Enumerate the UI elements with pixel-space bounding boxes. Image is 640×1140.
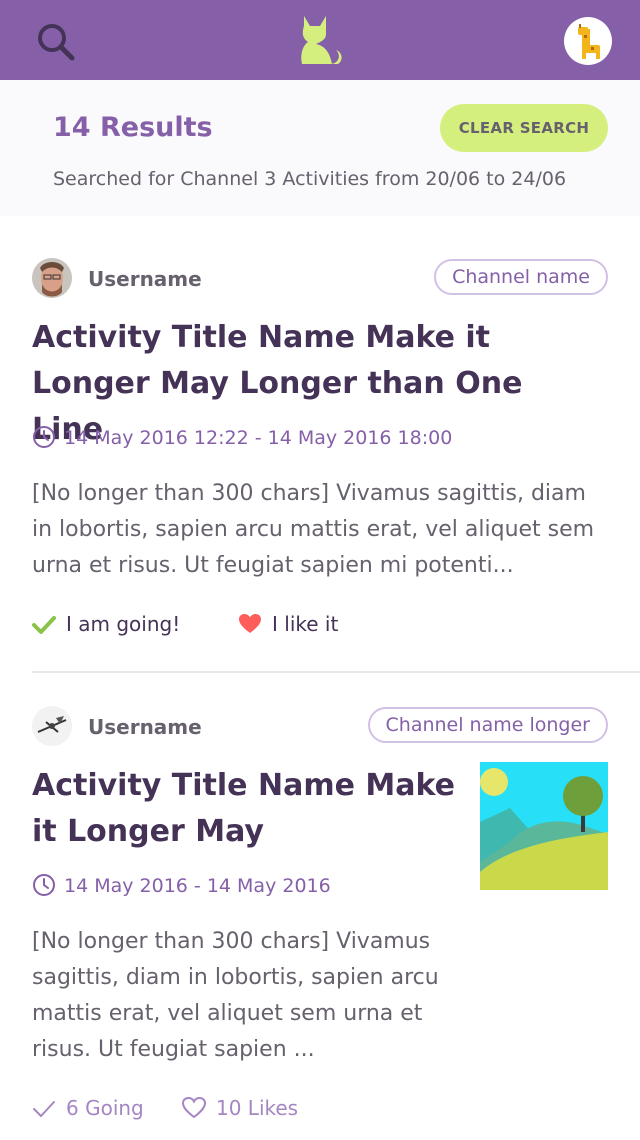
user-avatar[interactable] [32,258,72,298]
username: Username [88,715,202,739]
activity-description: [No longer than 300 chars] Vivamus sagit… [32,929,439,1062]
channel-tag[interactable]: Channel name [434,259,608,295]
results-count: 14 Results [53,112,213,143]
going-toggle[interactable]: I am going! [32,610,180,638]
check-icon [33,1101,55,1117]
channel-tag[interactable]: Channel name longer [367,707,608,743]
going-label: I am going! [66,612,181,636]
check-icon [32,616,56,634]
activity-description: [No longer than 300 chars] Vivamus sagit… [32,481,595,578]
activity-time: 14 May 2016 - 14 May 2016 [32,873,331,899]
activity-time-text: 14 May 2016 12:22 - 14 May 2016 18:00 [64,427,453,449]
clock-icon [33,426,55,448]
heart-icon [239,614,261,633]
app-header [0,0,640,80]
search-results-summary: 14 Results CLEAR SEARCH Searched for Cha… [0,80,640,216]
search-icon[interactable] [34,20,78,64]
search-description: Searched for Channel 3 Activities from 2… [53,168,567,190]
clear-search-button[interactable]: CLEAR SEARCH [440,104,608,152]
like-toggle[interactable]: I like it [238,610,338,638]
activity-time: 14 May 2016 12:22 - 14 May 2016 18:00 [32,425,452,451]
activity-card[interactable]: Username Channel name Activity Title Nam… [0,216,640,672]
likes-label: 10 Likes [216,1096,299,1120]
going-count[interactable]: 6 Going [32,1094,144,1122]
cat-logo-icon [296,14,346,66]
going-label: 6 Going [66,1096,144,1120]
heart-outline-icon [181,1096,207,1119]
activity-title[interactable]: Activity Title Name Make it Longer May [32,763,462,855]
activity-time-text: 14 May 2016 - 14 May 2016 [64,875,331,897]
username: Username [88,267,202,291]
like-label: I like it [272,612,339,636]
activity-card[interactable]: Username Channel name longer Activity Ti… [0,673,640,1140]
clock-icon [33,874,55,896]
activity-image[interactable] [480,762,608,890]
likes-count[interactable]: 10 Likes [181,1094,299,1122]
user-avatar[interactable] [32,706,72,746]
giraffe-avatar-icon[interactable] [564,17,612,65]
